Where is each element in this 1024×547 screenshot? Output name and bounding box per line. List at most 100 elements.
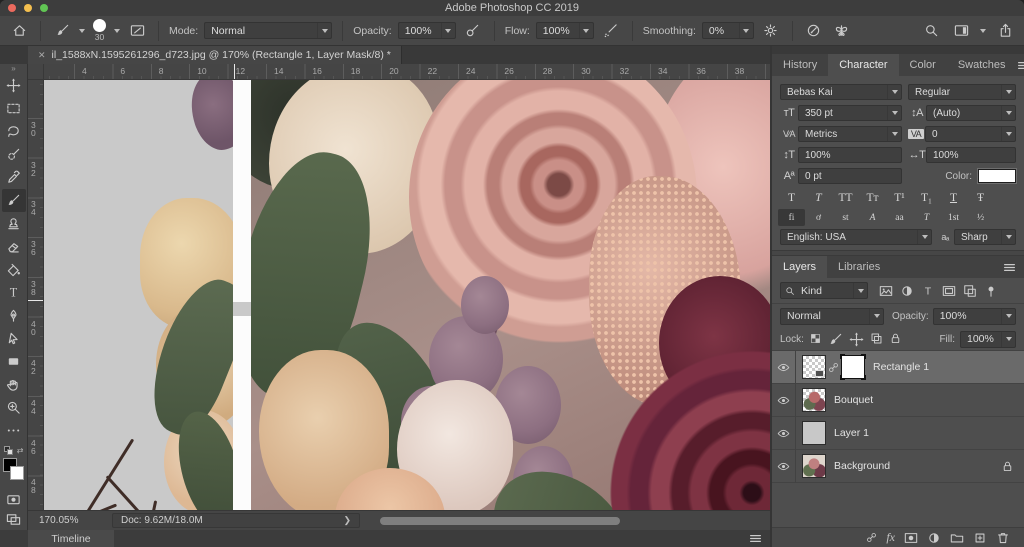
swash-button[interactable]: A (859, 209, 886, 226)
edit-toolbar-button[interactable] (2, 419, 26, 442)
layer-visibility-eye-icon[interactable] (772, 383, 796, 417)
brush-size-caret[interactable] (114, 28, 120, 33)
eraser-tool[interactable] (2, 235, 26, 258)
workspace-caret[interactable] (980, 28, 986, 33)
link-layers-icon[interactable] (866, 532, 877, 543)
panel-tab-layers[interactable]: Layers (772, 256, 828, 278)
brush-size-picker[interactable]: 30 (93, 19, 106, 42)
zoom-tool[interactable] (2, 396, 26, 419)
default-colors-icon[interactable] (3, 446, 13, 455)
quick-selection-tool[interactable] (2, 143, 26, 166)
brush-tool[interactable] (1, 189, 26, 212)
timeline-tab[interactable]: Timeline (28, 530, 114, 547)
layer-thumbnail[interactable] (802, 355, 826, 379)
home-icon[interactable] (8, 20, 30, 42)
layer-filter-select[interactable]: Kind (780, 282, 868, 299)
layer-visibility-eye-icon[interactable] (772, 350, 796, 384)
fractions-button[interactable]: ½ (967, 209, 994, 226)
smart-object-filter-icon[interactable] (960, 282, 979, 299)
lock-pixels-icon[interactable] (828, 332, 843, 347)
smoothing-options-gear-icon[interactable] (760, 20, 782, 42)
paint-symmetry-icon[interactable] (831, 20, 853, 42)
strikethrough-button[interactable]: Ŧ (967, 189, 994, 206)
layer-row[interactable]: Background (772, 449, 1024, 483)
hand-tool[interactable] (2, 373, 26, 396)
timeline-menu-icon[interactable] (749, 532, 762, 545)
zoom-level-field[interactable]: 170.05% (34, 514, 96, 528)
horizontal-scrollbar-thumb[interactable] (380, 517, 620, 525)
lock-position-icon[interactable] (849, 331, 864, 347)
move-tool[interactable] (2, 74, 26, 97)
brush-preset-caret[interactable] (79, 28, 85, 33)
lasso-tool[interactable] (2, 120, 26, 143)
discretionary-ligatures-button[interactable]: st (832, 209, 859, 226)
baseline-shift-field[interactable]: 0 pt (798, 168, 902, 184)
add-layer-mask-icon[interactable] (904, 531, 918, 545)
share-icon[interactable] (994, 20, 1016, 42)
rectangle-tool[interactable] (2, 350, 26, 373)
faux-bold-button[interactable]: T (778, 189, 805, 206)
swap-colors-icon[interactable]: ⇄ (17, 446, 24, 455)
eyedropper-tool[interactable] (2, 166, 26, 189)
layer-opacity-select[interactable]: 100% (932, 307, 1016, 325)
tracking-select[interactable]: 0 (925, 126, 1016, 142)
new-adjustment-layer-icon[interactable] (927, 531, 941, 545)
layer-blend-mode-select[interactable]: Normal (780, 307, 884, 325)
layer-mask-thumbnail[interactable] (840, 354, 866, 380)
contextual-alternates-button[interactable]: ơ (805, 209, 832, 226)
layer-visibility-eye-icon[interactable] (772, 449, 796, 483)
panel-tab-swatches[interactable]: Swatches (947, 54, 1017, 76)
document-info-field[interactable]: Doc: 9.62M/18.0M ❯ (112, 513, 360, 528)
layer-row[interactable]: Layer 1 (772, 416, 1024, 450)
horizontal-scale-field[interactable]: 100% (926, 147, 1016, 163)
vertical-scale-field[interactable]: 100% (798, 147, 902, 163)
horizontal-ruler[interactable]: 4 6 8 10 12 14 16 18 20 22 24 26 28 30 32 34 36 38 (44, 64, 770, 80)
lock-all-icon[interactable] (889, 332, 902, 347)
brush-preset-icon[interactable] (51, 20, 73, 42)
layer-row[interactable]: Bouquet (772, 383, 1024, 417)
color-wells[interactable] (2, 458, 26, 485)
flow-select[interactable]: 100% (535, 22, 594, 39)
standard-ligatures-button[interactable]: fi (778, 209, 805, 226)
new-layer-icon[interactable] (973, 531, 987, 545)
workspace-icon[interactable] (950, 20, 972, 42)
shape-layer-filter-icon[interactable] (939, 282, 958, 299)
filter-switch-icon[interactable] (981, 282, 1000, 299)
panel-tab-color[interactable]: Color (899, 54, 947, 76)
text-color-swatch[interactable] (977, 168, 1017, 184)
stylistic-alternates-button[interactable]: aa (886, 209, 913, 226)
background-color-swatch[interactable] (9, 466, 24, 480)
layer-style-icon[interactable]: fx (886, 530, 895, 545)
anti-alias-select[interactable]: Sharp (954, 229, 1016, 245)
font-family-select[interactable]: Bebas Kai (780, 84, 902, 100)
type-tool[interactable]: T (2, 281, 26, 304)
pen-tool[interactable] (2, 304, 26, 327)
opacity-select[interactable]: 100% (397, 22, 456, 39)
adjustment-layer-filter-icon[interactable] (897, 282, 916, 299)
default-swap-colors[interactable]: ⇄ (2, 446, 26, 455)
airbrush-icon[interactable] (600, 20, 622, 42)
subscript-button[interactable]: T₁ (913, 189, 940, 206)
titling-alternates-button[interactable]: T (913, 209, 940, 226)
panel-tab-history[interactable]: History (772, 54, 828, 76)
blend-mode-select[interactable]: Normal (204, 22, 333, 39)
layer-thumbnail[interactable] (802, 388, 826, 412)
paint-bucket-tool[interactable] (2, 258, 26, 281)
underline-button[interactable]: T (940, 189, 967, 206)
delete-layer-icon[interactable] (996, 531, 1010, 545)
screen-mode-button[interactable] (2, 509, 26, 530)
smoothing-select[interactable]: 0% (701, 22, 754, 39)
quick-mask-button[interactable] (2, 489, 26, 510)
brush-settings-panel-icon[interactable] (126, 20, 148, 42)
close-tab-icon[interactable]: ✕ (38, 50, 46, 61)
path-selection-tool[interactable] (2, 327, 26, 350)
vertical-ruler[interactable]: 3 03 23 43 63 84 04 24 44 64 85 0 (28, 80, 44, 510)
lock-artboard-icon[interactable] (870, 332, 883, 347)
layers-panel-menu-icon[interactable] (1003, 261, 1016, 274)
leading-select[interactable]: (Auto) (926, 105, 1016, 121)
layer-fill-select[interactable]: 100% (960, 330, 1016, 348)
language-select[interactable]: English: USA (780, 229, 932, 245)
ordinals-button[interactable]: 1st (940, 209, 967, 226)
canvas[interactable] (44, 80, 770, 510)
collapse-tools-icon[interactable]: » (11, 64, 15, 74)
